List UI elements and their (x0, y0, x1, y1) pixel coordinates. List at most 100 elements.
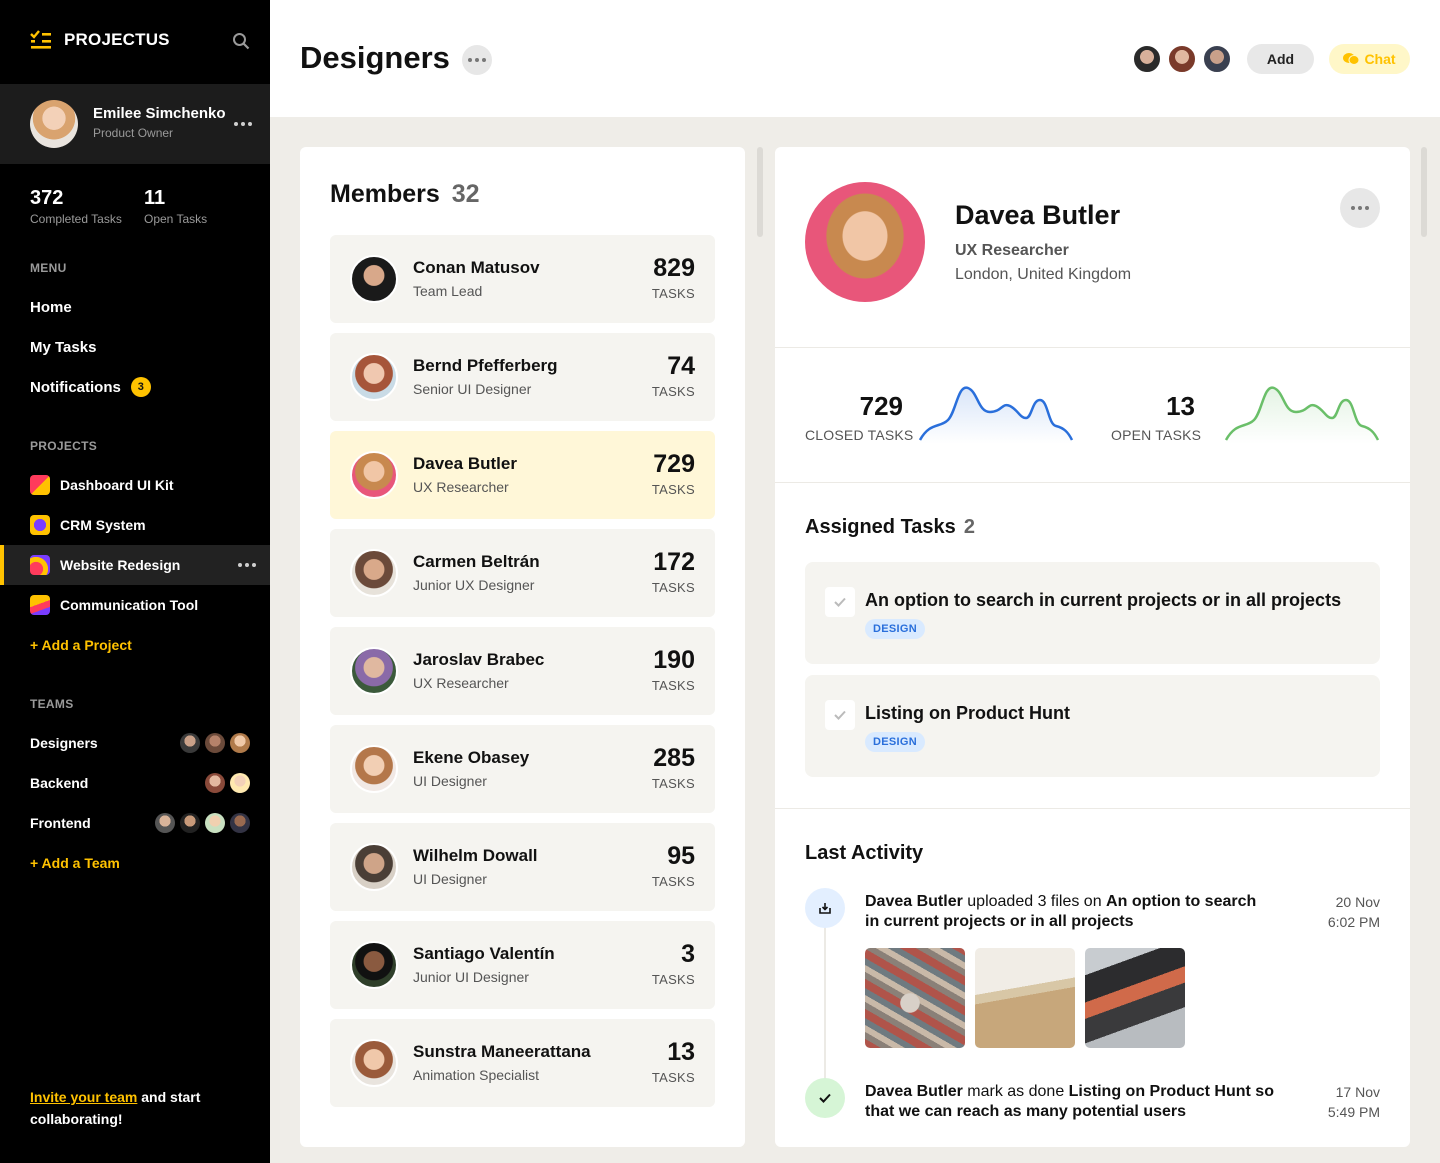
member-task-count: 3 (681, 940, 695, 968)
project-dashboard-ui-kit[interactable]: Dashboard UI Kit (0, 465, 270, 505)
member-role: UI Designer (413, 871, 487, 887)
activity-action: uploaded 3 files on (962, 893, 1107, 910)
member-name: Sunstra Maneerattana (413, 1042, 591, 1061)
chat-button[interactable]: Chat (1329, 44, 1410, 74)
project-label: Dashboard UI Kit (60, 477, 174, 493)
avatar (350, 549, 398, 597)
member-card[interactable]: Sunstra Maneerattana Animation Specialist… (330, 1019, 715, 1107)
last-activity-heading: Last Activity (805, 842, 924, 864)
project-label: CRM System (60, 517, 146, 533)
team-frontend[interactable]: Frontend (30, 811, 250, 835)
member-avatar (805, 182, 925, 302)
task-title: Listing on Product Hunt (865, 703, 1070, 723)
member-card[interactable]: Jaroslav Brabec UX Researcher 190 TASKS (330, 627, 715, 715)
member-card[interactable]: Bernd Pfefferberg Senior UI Designer 74 TAS… (330, 333, 715, 421)
avatar[interactable] (1167, 44, 1197, 74)
task-checkbox[interactable] (825, 587, 855, 617)
timeline-line (824, 927, 826, 1097)
activity-time: 6:02 PM (1327, 914, 1380, 930)
attachment-thumbnail[interactable] (1085, 948, 1185, 1048)
assigned-tasks-heading: Assigned Tasks 2 (805, 516, 975, 539)
member-name: Conan Matusov (413, 258, 540, 277)
project-icon (30, 555, 50, 575)
member-task-label: TASKS (651, 972, 695, 987)
invite-text: Invite your team and start collaborating… (30, 1086, 230, 1130)
done-activity-icon (805, 1078, 845, 1118)
member-card[interactable]: Conan Matusov Team Lead 829 TASKS (330, 235, 715, 323)
avatar (205, 813, 225, 833)
members-panel: Members 32 Conan Matusov Team Lead 829 TASKS… (300, 147, 745, 1147)
open-tasks-label: OPEN TASKS (1111, 427, 1202, 443)
avatar[interactable] (1132, 44, 1162, 74)
project-communication-tool[interactable]: Communication Tool (0, 585, 270, 625)
closed-tasks-value: 729 (859, 391, 903, 421)
upload-activity-icon (805, 888, 845, 928)
closed-tasks-sparkline (918, 386, 1074, 444)
member-task-count: 13 (667, 1038, 695, 1066)
member-name: Ekene Obasey (413, 748, 530, 767)
invite-link[interactable]: Invite your team (30, 1089, 137, 1105)
avatar[interactable] (1202, 44, 1232, 74)
stat-value: 11 (144, 187, 166, 209)
scrollbar[interactable] (757, 147, 763, 237)
attachment-thumbnail[interactable] (865, 948, 965, 1048)
team-label: Designers (30, 735, 98, 751)
nav-label: Notifications (30, 378, 121, 396)
more-icon[interactable] (238, 563, 256, 567)
avatar (205, 773, 225, 793)
stat-open: 11 Open Tasks (144, 187, 207, 226)
add-team-link[interactable]: + Add a Team (30, 855, 120, 871)
member-name: Bernd Pfefferberg (413, 356, 558, 375)
team-avatars (180, 733, 250, 753)
avatar (230, 733, 250, 753)
scrollbar[interactable] (1421, 147, 1427, 237)
member-task-count: 285 (653, 744, 695, 772)
nav-home[interactable]: Home (30, 299, 72, 316)
add-project-link[interactable]: + Add a Project (30, 637, 132, 653)
member-task-label: TASKS (651, 482, 695, 497)
task-card[interactable]: Listing on Product Hunt DESIGN (805, 675, 1380, 777)
members-heading: Members 32 (330, 180, 480, 209)
member-task-label: TASKS (651, 580, 695, 595)
task-card[interactable]: An option to search in current projects … (805, 562, 1380, 664)
member-role: Senior UI Designer (413, 381, 532, 397)
project-crm-system[interactable]: CRM System (0, 505, 270, 545)
teams-heading: TEAMS (30, 697, 74, 711)
user-profile[interactable]: Emilee Simchenko Product Owner (0, 84, 270, 164)
project-label: Website Redesign (60, 557, 181, 573)
attachment-thumbnail[interactable] (975, 948, 1075, 1048)
member-name: Wilhelm Dowall (413, 846, 538, 865)
activity-time: 5:49 PM (1327, 1104, 1380, 1120)
team-backend[interactable]: Backend (30, 771, 250, 795)
search-icon[interactable] (232, 32, 250, 50)
task-checkbox[interactable] (825, 700, 855, 730)
nav-notifications[interactable]: Notifications 3 (30, 377, 151, 397)
member-card[interactable]: Davea Butler UX Researcher 729 TASKS (330, 431, 715, 519)
member-role: Junior UX Designer (413, 577, 535, 593)
nav-my-tasks[interactable]: My Tasks (30, 339, 96, 356)
more-icon[interactable] (462, 45, 492, 75)
divider (775, 808, 1410, 809)
activity-actor[interactable]: Davea Butler (865, 893, 963, 910)
more-icon[interactable] (234, 122, 252, 126)
member-card[interactable]: Carmen Beltrán Junior UX Designer 172 TASKS (330, 529, 715, 617)
member-task-label: TASKS (651, 874, 695, 889)
activity-day: 20 Nov (1335, 894, 1380, 910)
avatar (155, 813, 175, 833)
member-card[interactable]: Wilhelm Dowall UI Designer 95 TASKS (330, 823, 715, 911)
project-website-redesign[interactable]: Website Redesign (0, 545, 270, 585)
member-task-label: TASKS (651, 776, 695, 791)
team-designers[interactable]: Designers (30, 731, 250, 755)
add-button[interactable]: Add (1247, 44, 1314, 74)
member-role: UX Researcher (413, 675, 509, 691)
logo[interactable]: PROJECTUS (30, 30, 170, 50)
member-location: London, United Kingdom (955, 266, 1132, 283)
member-role: UX Researcher (413, 479, 509, 495)
member-card[interactable]: Santiago Valentín Junior UI Designer 3 TASK… (330, 921, 715, 1009)
assigned-title: Assigned Tasks (805, 516, 956, 538)
member-card[interactable]: Ekene Obasey UI Designer 285 TASKS (330, 725, 715, 813)
activity-actor[interactable]: Davea Butler (865, 1083, 963, 1100)
upload-icon (819, 903, 831, 914)
member-name: Jaroslav Brabec (413, 650, 545, 669)
more-icon[interactable] (1340, 188, 1380, 228)
